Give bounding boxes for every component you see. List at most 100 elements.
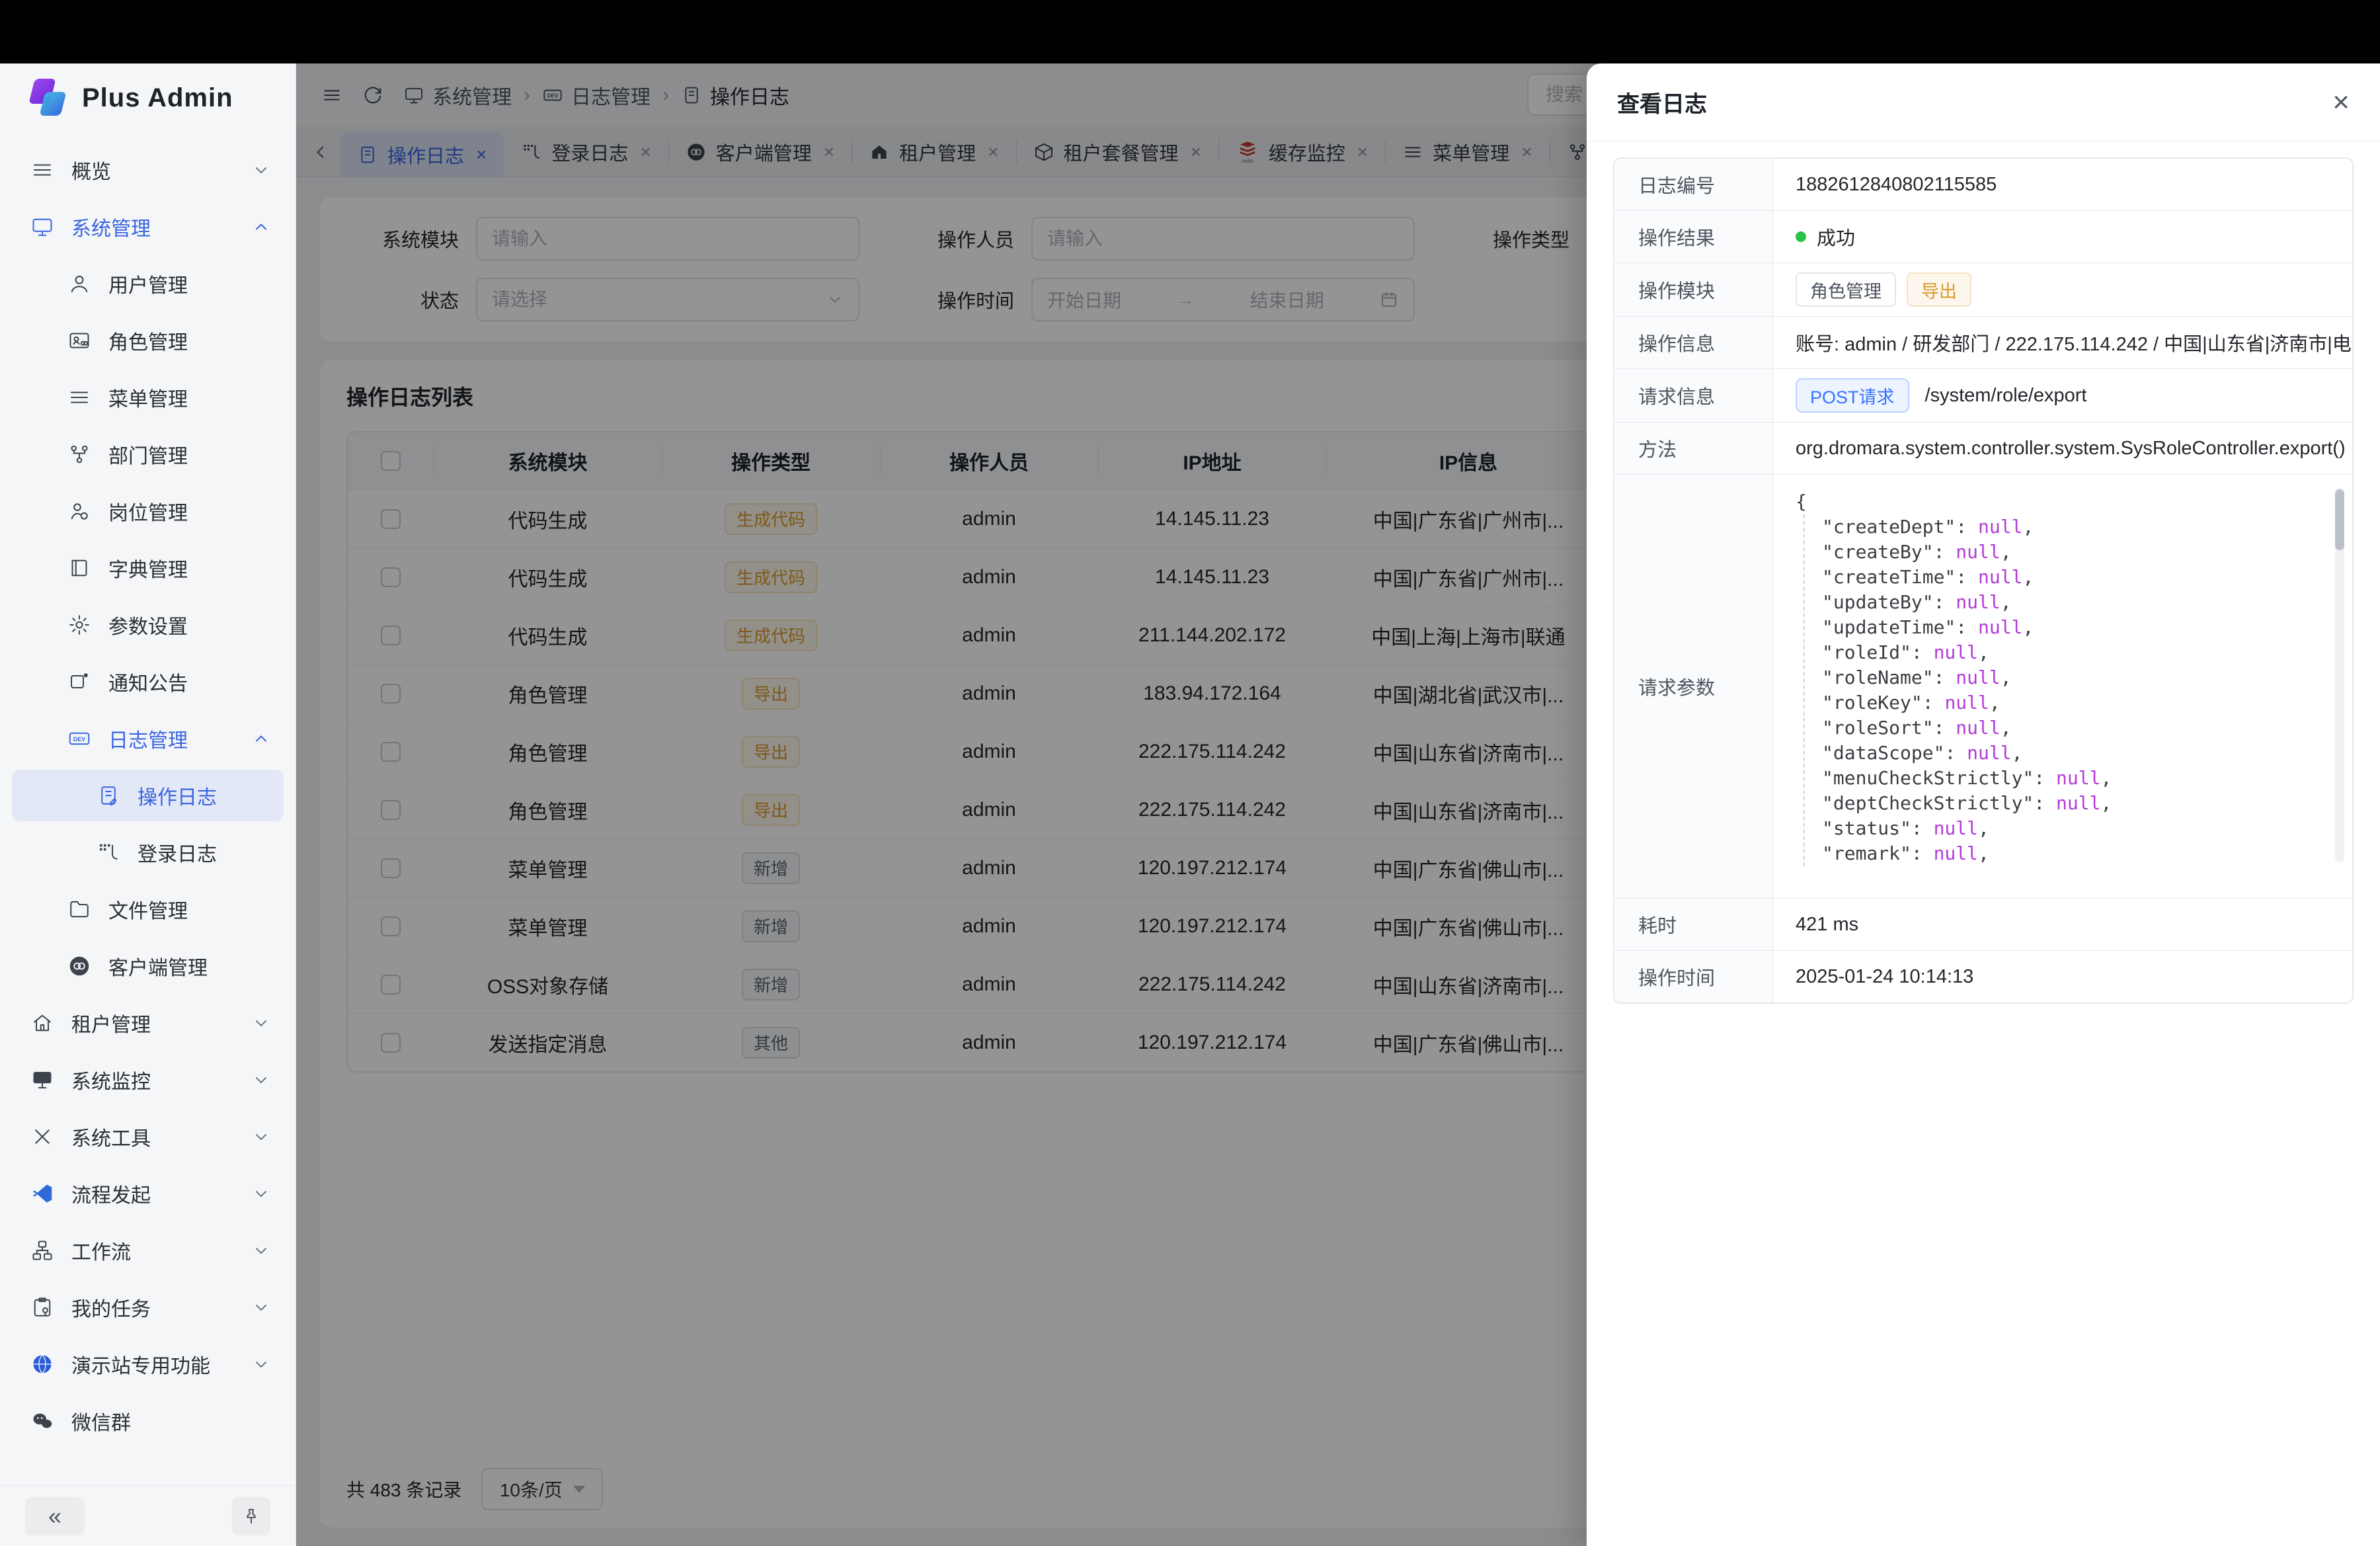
view-log-drawer: 查看日志 × 日志编号 1882612840802115585 操作结果 成功 …	[1587, 63, 2380, 1546]
sidebar-footer: «	[0, 1485, 296, 1546]
json-open-brace: {	[1796, 489, 2332, 514]
json-line: "createTime": null,	[1822, 565, 2332, 590]
detail-row-time: 操作时间 2025-01-24 10:14:13	[1614, 950, 2352, 1002]
operation-log-icon	[95, 784, 122, 807]
chevron-down-icon	[252, 1014, 270, 1032]
sidebar-item-wechat-group[interactable]: 微信群	[12, 1395, 284, 1447]
login-log-icon	[95, 840, 122, 864]
sidebar-item-overview[interactable]: 概览	[12, 144, 284, 196]
module-tag: 角色管理	[1796, 272, 1896, 307]
org-tree-icon	[66, 442, 93, 466]
logo[interactable]: Plus Admin	[0, 63, 296, 132]
vscode-icon	[29, 1182, 56, 1205]
sidebar: Plus Admin 概览 系统管理 用户管理 角色管理	[0, 63, 296, 1546]
drawer-body: 日志编号 1882612840802115585 操作结果 成功 操作模块 角色…	[1587, 142, 2380, 1546]
post-method-tag: POST请求	[1796, 378, 1909, 413]
hamburger-icon	[29, 158, 56, 182]
sidebar-item-log-management[interactable]: DEV 日志管理	[12, 713, 284, 764]
request-params-code[interactable]: { "createDept": null, "createBy": null, …	[1773, 475, 2352, 898]
monitor-filled-icon	[29, 1068, 56, 1092]
json-line: "createBy": null,	[1822, 540, 2332, 565]
sidebar-item-menu-management[interactable]: 菜单管理	[12, 372, 284, 423]
sidebar-item-notice[interactable]: 通知公告	[12, 656, 284, 708]
json-line: "roleKey": null,	[1822, 690, 2332, 715]
chevron-down-icon	[252, 1298, 270, 1317]
sidebar-item-workflow[interactable]: 工作流	[12, 1225, 284, 1276]
monitor-icon	[29, 215, 56, 239]
sidebar-item-operation-log[interactable]: 操作日志	[12, 770, 284, 821]
json-line: "status": null,	[1822, 816, 2332, 841]
scrollbar-thumb[interactable]	[2335, 489, 2344, 550]
sidebar-item-process-start[interactable]: 流程发起	[12, 1168, 284, 1219]
client-rings-icon	[66, 954, 93, 978]
time-value: 2025-01-24 10:14:13	[1773, 951, 2352, 1002]
json-line: "roleSort": null,	[1822, 715, 2332, 741]
detail-label: 耗时	[1614, 899, 1773, 950]
detail-label: 操作时间	[1614, 951, 1773, 1002]
result-value: 成功	[1773, 211, 2352, 263]
info-value: 账号: admin / 研发部门 / 222.175.114.242 / 中国|…	[1773, 317, 2352, 368]
sidebar-item-client-management[interactable]: 客户端管理	[12, 940, 284, 992]
wechat-icon	[29, 1409, 56, 1433]
chevron-down-icon	[252, 1355, 270, 1373]
sidebar-item-my-tasks[interactable]: 我的任务	[12, 1282, 284, 1333]
app-shell: Plus Admin 概览 系统管理 用户管理 角色管理	[0, 63, 2380, 1546]
detail-label: 操作模块	[1614, 263, 1773, 316]
app-title: Plus Admin	[82, 83, 233, 113]
home-icon	[29, 1011, 56, 1035]
sidebar-item-role-management[interactable]: 角色管理	[12, 315, 284, 366]
detail-row-request: 请求信息 POST请求 /system/role/export	[1614, 368, 2352, 422]
sidebar-item-dept-management[interactable]: 部门管理	[12, 428, 284, 480]
pin-icon[interactable]	[232, 1497, 270, 1535]
detail-label: 请求信息	[1614, 369, 1773, 422]
json-line: "createDept": null,	[1822, 514, 2332, 540]
sidebar-item-user-management[interactable]: 用户管理	[12, 258, 284, 309]
sidebar-item-file-management[interactable]: 文件管理	[12, 883, 284, 935]
close-icon[interactable]: ×	[2332, 88, 2350, 117]
request-url: /system/role/export	[1925, 385, 2087, 407]
sidebar-item-system-tools[interactable]: 系统工具	[12, 1111, 284, 1162]
sidebar-item-system-monitor[interactable]: 系统监控	[12, 1054, 284, 1106]
chevron-down-icon	[252, 161, 270, 179]
cost-value: 421 ms	[1773, 899, 2352, 950]
sidebar-item-system-management[interactable]: 系统管理	[12, 201, 284, 253]
clipboard-icon	[29, 1295, 56, 1319]
detail-label: 请求参数	[1614, 475, 1773, 898]
sidebar-item-dict-management[interactable]: 字典管理	[12, 542, 284, 594]
detail-label: 日志编号	[1614, 159, 1773, 210]
chevron-down-icon	[252, 1071, 270, 1089]
json-line: "updateTime": null,	[1822, 615, 2332, 640]
request-value: POST请求 /system/role/export	[1773, 369, 2352, 422]
detail-label: 操作结果	[1614, 211, 1773, 263]
sidebar-item-demo-features[interactable]: 演示站专用功能	[12, 1338, 284, 1390]
json-line: "remark": null,	[1822, 841, 2332, 866]
sidebar-menu: 概览 系统管理 用户管理 角色管理 菜单管理 部门管理	[0, 132, 296, 1485]
sidebar-item-login-log[interactable]: 登录日志	[12, 827, 284, 878]
detail-row-info: 操作信息 账号: admin / 研发部门 / 222.175.114.242 …	[1614, 316, 2352, 368]
detail-row-log-id: 日志编号 1882612840802115585	[1614, 159, 2352, 210]
detail-row-params: 请求参数 { "createDept": null, "createBy": n…	[1614, 474, 2352, 898]
collapse-sidebar-button[interactable]: «	[25, 1497, 85, 1535]
detail-row-method: 方法 org.dromara.system.controller.system.…	[1614, 422, 2352, 474]
top-black-bar	[0, 0, 2380, 63]
scrollbar[interactable]	[2335, 488, 2344, 862]
drawer-header: 查看日志 ×	[1587, 63, 2380, 142]
module-value: 角色管理 导出	[1773, 263, 2352, 316]
sidebar-item-post-management[interactable]: 岗位管理	[12, 485, 284, 537]
workflow-icon	[29, 1239, 56, 1262]
log-detail-table: 日志编号 1882612840802115585 操作结果 成功 操作模块 角色…	[1613, 157, 2354, 1004]
tools-icon	[29, 1125, 56, 1149]
user-icon	[66, 272, 93, 296]
drawer-title: 查看日志	[1617, 86, 1707, 118]
sidebar-item-param-settings[interactable]: 参数设置	[12, 599, 284, 651]
detail-row-cost: 耗时 421 ms	[1614, 898, 2352, 950]
globe-icon	[29, 1352, 56, 1376]
sidebar-item-tenant-management[interactable]: 租户管理	[12, 997, 284, 1049]
success-dot-icon	[1796, 231, 1806, 242]
notice-icon	[66, 670, 93, 694]
chevron-down-icon	[252, 1241, 270, 1260]
json-line: "deptCheckStrictly": null,	[1822, 791, 2332, 816]
chevron-down-icon	[252, 1184, 270, 1203]
id-card-icon	[66, 329, 93, 352]
log-id-value: 1882612840802115585	[1773, 159, 2352, 210]
